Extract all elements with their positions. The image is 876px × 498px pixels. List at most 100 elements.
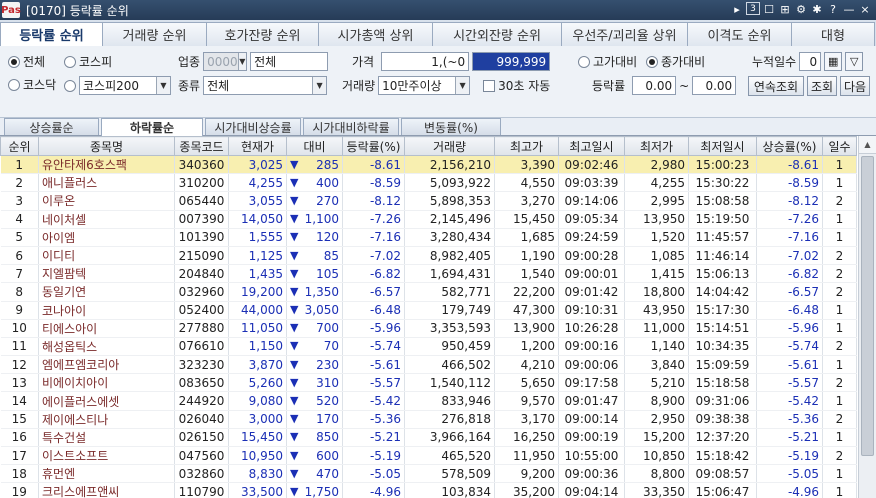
sector-name-field[interactable]: 전체 (250, 52, 329, 71)
column-header[interactable]: 최고일시 (558, 136, 625, 156)
calendar-icon[interactable]: ▦ (824, 52, 843, 71)
column-header[interactable]: 대비 (286, 136, 343, 156)
radio-kospi[interactable]: 코스피 (64, 53, 112, 70)
table-row[interactable]: 19 크리스에프앤씨 110790 33,500 ▼ 1,750 -4.96 103,834 3… (0, 482, 857, 498)
tab-fall-rate[interactable]: 하락률순 (101, 118, 203, 136)
low-price-cell: 3,840 (624, 355, 689, 375)
column-header[interactable]: 상승률(%) (756, 136, 823, 156)
link-arrow-icon[interactable]: ▸ (730, 2, 744, 17)
scroll-up-icon[interactable]: ▲ (859, 136, 876, 154)
chevron-down-icon[interactable]: ▼ (312, 77, 327, 94)
column-header[interactable]: 최고가 (494, 136, 559, 156)
close-icon[interactable]: × (858, 2, 872, 17)
radio-kosdaq[interactable]: 코스닥 (8, 76, 56, 93)
chevron-down-icon[interactable]: ▼ (455, 77, 470, 94)
vertical-scrollbar[interactable]: ▲ (858, 136, 876, 498)
scroll-thumb[interactable] (861, 156, 874, 456)
next-button[interactable]: 다음 (840, 76, 870, 96)
tab-order-remain-rank[interactable]: 호가잔량 순위 (206, 22, 319, 46)
kospi200-select[interactable]: 코스피200 ▼ (79, 76, 171, 95)
help-icon[interactable]: ? (826, 2, 840, 17)
tab-open-fall[interactable]: 시가대비하락률 (303, 118, 399, 135)
price-from-field[interactable]: 1,(~0 (381, 52, 470, 71)
tab-preferred-top[interactable]: 우선주/괴리율 상위 (561, 22, 688, 46)
column-header[interactable]: 현재가 (228, 136, 287, 156)
auto-refresh-checkbox[interactable] (483, 79, 496, 92)
layout-icon[interactable]: ⊞ (778, 2, 792, 17)
rate-to-field[interactable]: 0.00 (692, 76, 737, 95)
radio-vs-close[interactable]: 종가대비 (646, 53, 705, 70)
table-row[interactable]: 14 에이플러스에셋 244920 9,080 ▼ 520 -5.42 833,946 9,57… (0, 391, 857, 411)
change-value: 85 (323, 248, 339, 263)
column-header[interactable]: 거래량 (404, 136, 495, 156)
table-row[interactable]: 1 유안타제6호스팩 340360 3,025 ▼ 285 -8.61 2,156,210 3,… (0, 155, 857, 175)
radio-kospi200[interactable]: 코스피200 ▼ (64, 76, 171, 95)
column-header[interactable]: 최저가 (624, 136, 689, 156)
radio-all[interactable]: 전체 (8, 53, 45, 70)
sector-code-select[interactable]: 0000 ▼ (203, 52, 248, 71)
tab-rate-rank[interactable]: 등락률 순위 (0, 22, 103, 46)
radio-vs-high[interactable]: 고가대비 (578, 53, 637, 70)
minimize-icon[interactable]: — (842, 2, 856, 17)
column-header[interactable]: 등락률(%) (342, 136, 405, 156)
table-row[interactable]: 5 아이엠 101390 1,555 ▼ 120 -7.16 3,280,434 1,685 09… (0, 228, 857, 247)
table-row[interactable]: 3 이루온 065440 3,055 ▼ 270 -8.12 5,898,353 3,270 09… (0, 191, 857, 211)
tab-market-cap-top[interactable]: 시가총액 상위 (318, 22, 433, 46)
filter-icon[interactable]: ▽ (845, 52, 864, 71)
down-arrow-icon: ▼ (290, 175, 299, 189)
high-price-cell: 22,200 (494, 282, 559, 302)
radio-vs-close-dot[interactable] (646, 55, 658, 68)
column-header[interactable]: 최저일시 (688, 136, 757, 156)
rise-rate-cell: -7.26 (756, 210, 823, 229)
table-row[interactable]: 18 휴먼엔 032860 8,830 ▼ 470 -5.05 578,509 9,200 09:… (0, 464, 857, 484)
type-select[interactable]: 전체 ▼ (203, 76, 328, 95)
tab-disparity-rank[interactable]: 이격도 순위 (687, 22, 792, 46)
settings-icon[interactable]: ⚙ (794, 2, 808, 17)
tab-after-hours-rank[interactable]: 시간외잔량 순위 (432, 22, 562, 46)
query-button[interactable]: 조회 (807, 76, 837, 96)
window-list-icon[interactable]: ☐ (762, 2, 776, 17)
price-to-field[interactable]: 999,999 (472, 52, 551, 71)
radio-all-dot[interactable] (8, 55, 20, 68)
tab-large[interactable]: 대형 (791, 22, 875, 46)
table-row[interactable]: 6 이디티 215090 1,125 ▼ 85 -7.02 8,982,405 1,190 09:… (0, 246, 857, 266)
rate-label: 등락률 (592, 79, 626, 93)
tab-rise-rate[interactable]: 상승률순 (4, 118, 99, 135)
table-row[interactable]: 9 코나아이 052400 44,000 ▼ 3,050 -6.48 179,749 47,30… (0, 301, 857, 320)
tab-volume-rank[interactable]: 거래량 순위 (102, 22, 207, 46)
tab-volatility[interactable]: 변동률(%) (401, 118, 501, 135)
table-row[interactable]: 7 지엘팜텍 204840 1,435 ▼ 105 -6.82 1,694,431 1,540 0… (0, 264, 857, 284)
screen-number-button[interactable]: 3 (746, 2, 760, 15)
table-row[interactable]: 11 해성옵틱스 076610 1,150 ▼ 70 -5.74 950,459 1,200 09… (0, 337, 857, 357)
high-price-cell: 13,900 (494, 319, 559, 338)
radio-vs-high-dot[interactable] (578, 55, 590, 68)
column-header[interactable]: 종목코드 (174, 136, 229, 156)
low-time-cell: 15:17:30 (688, 301, 757, 320)
column-header[interactable]: 종목명 (38, 136, 175, 156)
table-row[interactable]: 10 티에스아이 277880 11,050 ▼ 700 -5.96 3,353,593 13,… (0, 319, 857, 338)
rate-from-field[interactable]: 0.00 (632, 76, 677, 95)
table-row[interactable]: 8 동일기연 032960 19,200 ▼ 1,350 -6.57 582,771 22,20… (0, 282, 857, 302)
tab-open-rise[interactable]: 시가대비상승률 (205, 118, 301, 135)
table-row[interactable]: 13 비에이치아이 083650 5,260 ▼ 310 -5.57 1,540,112 5,6… (0, 373, 857, 393)
table-row[interactable]: 17 이스트소프트 047560 10,950 ▼ 600 -5.19 465,520 11,9… (0, 446, 857, 466)
change-rate-cell: -5.96 (342, 319, 405, 338)
radio-kospi200-dot[interactable] (64, 79, 76, 92)
radio-kosdaq-dot[interactable] (8, 78, 20, 91)
column-header[interactable]: 일수 (822, 136, 857, 156)
volume-cell: 3,353,593 (404, 319, 495, 338)
column-header[interactable]: 순위 (0, 136, 39, 156)
pin-icon[interactable]: ✱ (810, 2, 824, 17)
continuous-query-button[interactable]: 연속조회 (748, 76, 804, 96)
table-row[interactable]: 15 제이에스티나 026040 3,000 ▼ 170 -5.36 276,818 3,170… (0, 410, 857, 429)
chevron-down-icon[interactable]: ▼ (156, 77, 170, 94)
volume-select[interactable]: 10만주이상 ▼ (378, 76, 471, 95)
chevron-down-icon[interactable]: ▼ (237, 53, 247, 70)
table-row[interactable]: 16 특수건설 026150 15,450 ▼ 850 -5.21 3,966,164 16,2… (0, 428, 857, 448)
table-row[interactable]: 2 애니플러스 310200 4,255 ▼ 400 -8.59 5,093,922 4,550… (0, 173, 857, 193)
table-row[interactable]: 4 네이처셀 007390 14,050 ▼ 1,100 -7.26 2,145,496 15,… (0, 210, 857, 229)
radio-kospi-dot[interactable] (64, 55, 76, 68)
low-time-cell: 14:04:42 (688, 282, 757, 302)
table-row[interactable]: 12 엠에프엠코리아 323230 3,870 ▼ 230 -5.61 466,502 4,21… (0, 355, 857, 375)
cum-days-field[interactable]: 0 (799, 52, 822, 71)
